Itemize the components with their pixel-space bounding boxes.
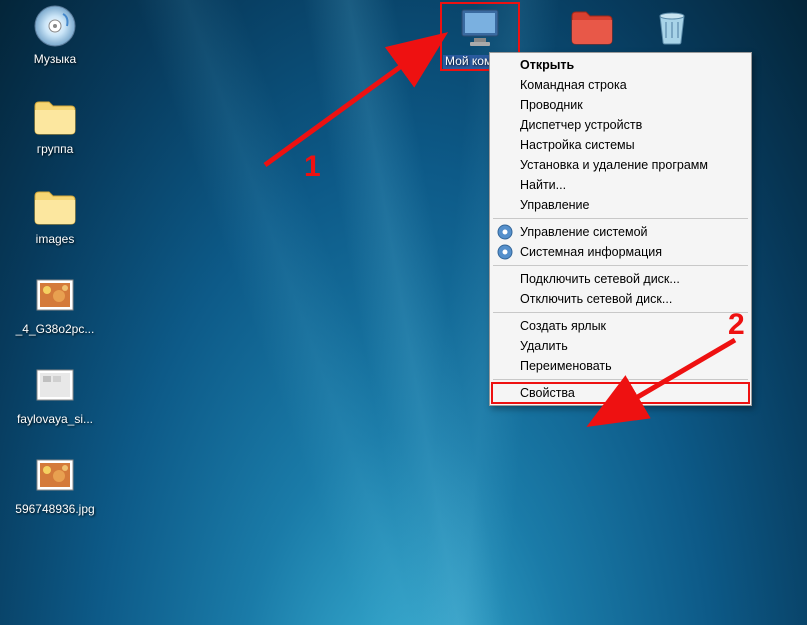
desktop-icon-recycle-bin[interactable]	[632, 2, 712, 53]
menu-item-sysmgmt[interactable]: Управление системой	[492, 222, 749, 242]
image-file-icon	[31, 362, 79, 410]
menu-item-create-shortcut[interactable]: Создать ярлык	[492, 316, 749, 336]
folder-icon	[31, 182, 79, 230]
menu-item-rename[interactable]: Переименовать	[492, 356, 749, 376]
desktop-icon-image1[interactable]: _4_G38o2pс...	[15, 272, 95, 337]
menu-item-msconfig[interactable]: Настройка системы	[492, 135, 749, 155]
menu-separator	[493, 218, 748, 219]
cd-icon	[31, 2, 79, 50]
red-folder-icon	[568, 2, 616, 50]
desktop-icon-image3[interactable]: 596748936.jpg	[15, 452, 95, 517]
menu-separator	[493, 312, 748, 313]
desktop-icon-label: Музыка	[34, 53, 76, 67]
menu-item-delete[interactable]: Удалить	[492, 336, 749, 356]
menu-item-label: Системная информация	[520, 245, 662, 259]
desktop-icon-images[interactable]: images	[15, 182, 95, 247]
menu-item-label: Создать ярлык	[520, 319, 606, 333]
menu-item-cmd[interactable]: Командная строка	[492, 75, 749, 95]
menu-item-properties[interactable]: Свойства	[492, 383, 749, 403]
recycle-bin-icon	[648, 2, 696, 50]
desktop-icon-redfolder[interactable]	[552, 2, 632, 53]
disc-icon	[497, 244, 513, 260]
menu-item-label: Удалить	[520, 339, 568, 353]
folder-icon	[31, 92, 79, 140]
desktop-icon-image2[interactable]: faylovaya_si...	[15, 362, 95, 427]
menu-item-appwiz[interactable]: Установка и удаление программ	[492, 155, 749, 175]
desktop-icon-label: images	[36, 233, 75, 247]
menu-item-explorer[interactable]: Проводник	[492, 95, 749, 115]
annotation-arrow-1	[250, 20, 460, 180]
menu-item-label: Управление	[520, 198, 590, 212]
menu-item-label: Установка и удаление программ	[520, 158, 708, 172]
desktop-icon-label: _4_G38o2pс...	[16, 323, 95, 337]
menu-item-label: Настройка системы	[520, 138, 635, 152]
menu-item-unmap-drive[interactable]: Отключить сетевой диск...	[492, 289, 749, 309]
desktop-icon-label: faylovaya_si...	[17, 413, 93, 427]
menu-item-label: Командная строка	[520, 78, 627, 92]
desktop-icon-group[interactable]: группа	[15, 92, 95, 157]
menu-item-label: Переименовать	[520, 359, 612, 373]
context-menu: Открыть Командная строка Проводник Диспе…	[489, 52, 752, 406]
menu-item-sysinfo[interactable]: Системная информация	[492, 242, 749, 262]
image-file-icon	[31, 452, 79, 500]
menu-item-label: Найти...	[520, 178, 566, 192]
menu-item-label: Проводник	[520, 98, 583, 112]
menu-item-devmgr[interactable]: Диспетчер устройств	[492, 115, 749, 135]
menu-item-label: Диспетчер устройств	[520, 118, 642, 132]
annotation-label-1: 1	[304, 150, 321, 184]
monitor-icon	[456, 4, 504, 52]
menu-item-label: Открыть	[520, 58, 574, 72]
menu-separator	[493, 265, 748, 266]
menu-item-label: Подключить сетевой диск...	[520, 272, 680, 286]
desktop-icon-label: 596748936.jpg	[15, 503, 94, 517]
menu-item-map-drive[interactable]: Подключить сетевой диск...	[492, 269, 749, 289]
menu-separator	[493, 379, 748, 380]
menu-item-label: Управление системой	[520, 225, 648, 239]
menu-item-manage[interactable]: Управление	[492, 195, 749, 215]
desktop-icon-label: группа	[37, 143, 74, 157]
image-file-icon	[31, 272, 79, 320]
menu-item-label: Отключить сетевой диск...	[520, 292, 672, 306]
menu-item-label: Свойства	[520, 386, 575, 400]
desktop-icon-music[interactable]: Музыка	[15, 2, 95, 67]
disc-icon	[497, 224, 513, 240]
menu-item-open[interactable]: Открыть	[492, 55, 749, 75]
menu-item-find[interactable]: Найти...	[492, 175, 749, 195]
